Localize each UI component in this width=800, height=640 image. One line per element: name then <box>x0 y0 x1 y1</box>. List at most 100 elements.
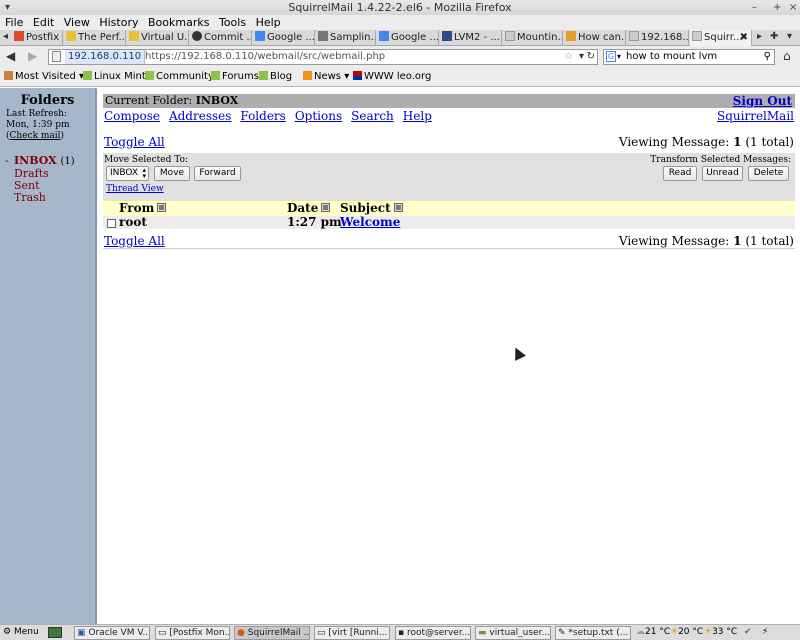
bookmark-most-visited[interactable]: Most Visited ▾ <box>4 68 84 86</box>
menu-file[interactable]: File <box>5 15 23 30</box>
tab-5[interactable]: Google ... <box>253 30 315 46</box>
inbox-count: (1) <box>60 156 75 167</box>
url-text[interactable]: https://192.168.0.110/webmail/src/webmai… <box>145 50 385 64</box>
menu-help[interactable]: Help <box>256 15 281 30</box>
close-button[interactable]: × <box>789 0 797 15</box>
compose-link[interactable]: Compose <box>104 109 160 123</box>
folder-inbox[interactable]: INBOX (1) <box>0 155 95 168</box>
bookmark-linux-mint[interactable]: Linux Mint <box>83 68 146 86</box>
tab-scroll-left-icon[interactable]: ◂ <box>3 31 8 42</box>
bookmark-blog[interactable]: Blog <box>259 68 292 86</box>
delete-button[interactable]: Delete <box>748 166 789 181</box>
check-mail-link[interactable]: Check mail <box>10 131 61 141</box>
search-input[interactable]: how to mount lvm <box>626 51 717 62</box>
search-bar[interactable]: G ▾ how to mount lvm ⚲ <box>603 49 775 65</box>
weather-2[interactable]: ☀20 °C <box>670 625 703 640</box>
forward-icon[interactable]: ▶ <box>28 49 37 63</box>
menu-view[interactable]: View <box>64 15 90 30</box>
folders-link[interactable]: Folders <box>240 109 285 123</box>
column-date[interactable]: Date <box>287 201 331 216</box>
tab-9[interactable]: Mountin... <box>503 30 563 46</box>
help-link[interactable]: Help <box>403 109 432 123</box>
forward-button[interactable]: Forward <box>194 166 241 181</box>
home-icon[interactable]: ⌂ <box>783 49 791 63</box>
tab-7[interactable]: Google ... <box>377 30 439 46</box>
folder-trash[interactable]: Trash <box>0 192 95 204</box>
search-engine-icon[interactable]: G <box>606 51 616 62</box>
network-icon[interactable]: ⚡ <box>762 625 768 640</box>
url-dropdown-icon[interactable]: ▾ <box>579 50 584 64</box>
site-identity[interactable]: 192.168.0.110 <box>65 50 146 64</box>
start-menu-button[interactable]: ⚙ Menu <box>3 625 39 640</box>
window-menu-icon[interactable]: ▾ <box>5 0 10 15</box>
tab-squirrelmail-active[interactable]: Squirr... ✖ <box>690 30 752 46</box>
menu-tools[interactable]: Tools <box>219 15 246 30</box>
task-postfix[interactable]: ▭ [Postfix Mon... <box>155 626 230 640</box>
column-from[interactable]: From <box>119 201 167 216</box>
search-icon[interactable]: ⚲ <box>764 50 771 64</box>
url-bar[interactable]: 192.168.0.110 https://192.168.0.110/webm… <box>48 49 598 65</box>
message-checkbox[interactable] <box>107 219 116 228</box>
task-setup-txt[interactable]: ✎ *setup.txt (... <box>555 626 631 640</box>
tab-8[interactable]: LVM2 - ... <box>440 30 502 46</box>
column-subject[interactable]: Subject <box>340 201 403 216</box>
bookmark-forums[interactable]: Forums <box>211 68 259 86</box>
weather-3[interactable]: ☀33 °C <box>704 625 737 640</box>
show-desktop-icon[interactable] <box>48 627 62 638</box>
tab-11[interactable]: 192.168.... <box>627 30 689 46</box>
task-virt[interactable]: ▭ [virt [Runni... <box>314 626 390 640</box>
maximize-button[interactable]: + <box>773 0 781 15</box>
sign-out-link[interactable]: Sign Out <box>733 94 792 108</box>
menu-bookmarks[interactable]: Bookmarks <box>148 15 209 30</box>
weather-1[interactable]: ☁21 °C <box>636 625 670 640</box>
tab-1[interactable]: Postfix ... <box>12 30 63 46</box>
tab-close-icon[interactable]: ✖ <box>740 30 748 45</box>
toggle-all-bottom-link[interactable]: Toggle All <box>104 234 165 248</box>
search-link[interactable]: Search <box>351 109 394 123</box>
sort-icon[interactable] <box>321 203 331 212</box>
task-terminal[interactable]: ▪ root@server... <box>395 626 471 640</box>
read-button[interactable]: Read <box>663 166 697 181</box>
flag-icon <box>353 71 362 80</box>
bookmark-news[interactable]: News ▾ <box>303 68 349 86</box>
unread-button[interactable]: Unread <box>702 166 743 181</box>
reload-icon[interactable]: ↻ <box>587 50 595 64</box>
main-nav-links: Compose Addresses Folders Options Search Help <box>104 108 441 124</box>
tab-list-icon[interactable]: ▾ <box>787 31 792 42</box>
tab-2[interactable]: The Perf... <box>64 30 126 46</box>
window-titlebar: SquirrelMail 1.4.22-2.el6 - Mozilla Fire… <box>0 0 800 15</box>
tab-6[interactable]: Samplin... <box>316 30 376 46</box>
back-icon[interactable]: ◀ <box>6 49 15 63</box>
new-tab-icon[interactable]: ✚ <box>770 31 778 42</box>
options-link[interactable]: Options <box>295 109 342 123</box>
squirrelmail-link[interactable]: SquirrelMail <box>717 108 794 124</box>
sort-icon[interactable] <box>157 203 167 212</box>
tab-favicon-icon <box>505 31 515 41</box>
sort-icon[interactable] <box>393 203 403 212</box>
move-selected-label: Move Selected To: <box>104 155 188 165</box>
bookmark-community[interactable]: Community <box>145 68 214 86</box>
task-squirrelmail[interactable]: ● SquirrelMail ... <box>234 626 310 640</box>
task-oracle-vm[interactable]: ▣ Oracle VM V... <box>74 626 150 640</box>
addresses-link[interactable]: Addresses <box>169 109 231 123</box>
minimize-button[interactable]: – <box>752 0 757 15</box>
move-button[interactable]: Move <box>154 166 190 181</box>
thread-view-link[interactable]: Thread View <box>106 184 164 194</box>
tab-4[interactable]: Commit ... <box>190 30 252 46</box>
tab-3[interactable]: Virtual U... <box>127 30 189 46</box>
task-virtual-user[interactable]: ▬ virtual_user... <box>475 626 551 640</box>
search-engine-dropdown-icon[interactable]: ▾ <box>617 50 621 64</box>
update-check-icon[interactable]: ✔ <box>744 625 752 640</box>
toggle-all-top-link[interactable]: Toggle All <box>104 135 165 149</box>
folders-heading: Folders <box>20 93 75 108</box>
tab-10[interactable]: How can... <box>564 30 626 46</box>
menu-history[interactable]: History <box>99 15 138 30</box>
bookmark-star-icon[interactable]: ☆ <box>564 50 573 64</box>
bookmark-leo[interactable]: WWW leo.org <box>353 68 431 86</box>
table-row[interactable]: root 1:27 pm Welcome <box>103 216 795 229</box>
tab-scroll-right-icon[interactable]: ▸ <box>757 31 762 42</box>
message-subject-link[interactable]: Welcome <box>340 216 400 229</box>
site-identity-icon[interactable] <box>52 51 61 62</box>
move-target-select[interactable]: INBOX ▴ ▾ <box>106 166 149 181</box>
menu-edit[interactable]: Edit <box>33 15 54 30</box>
